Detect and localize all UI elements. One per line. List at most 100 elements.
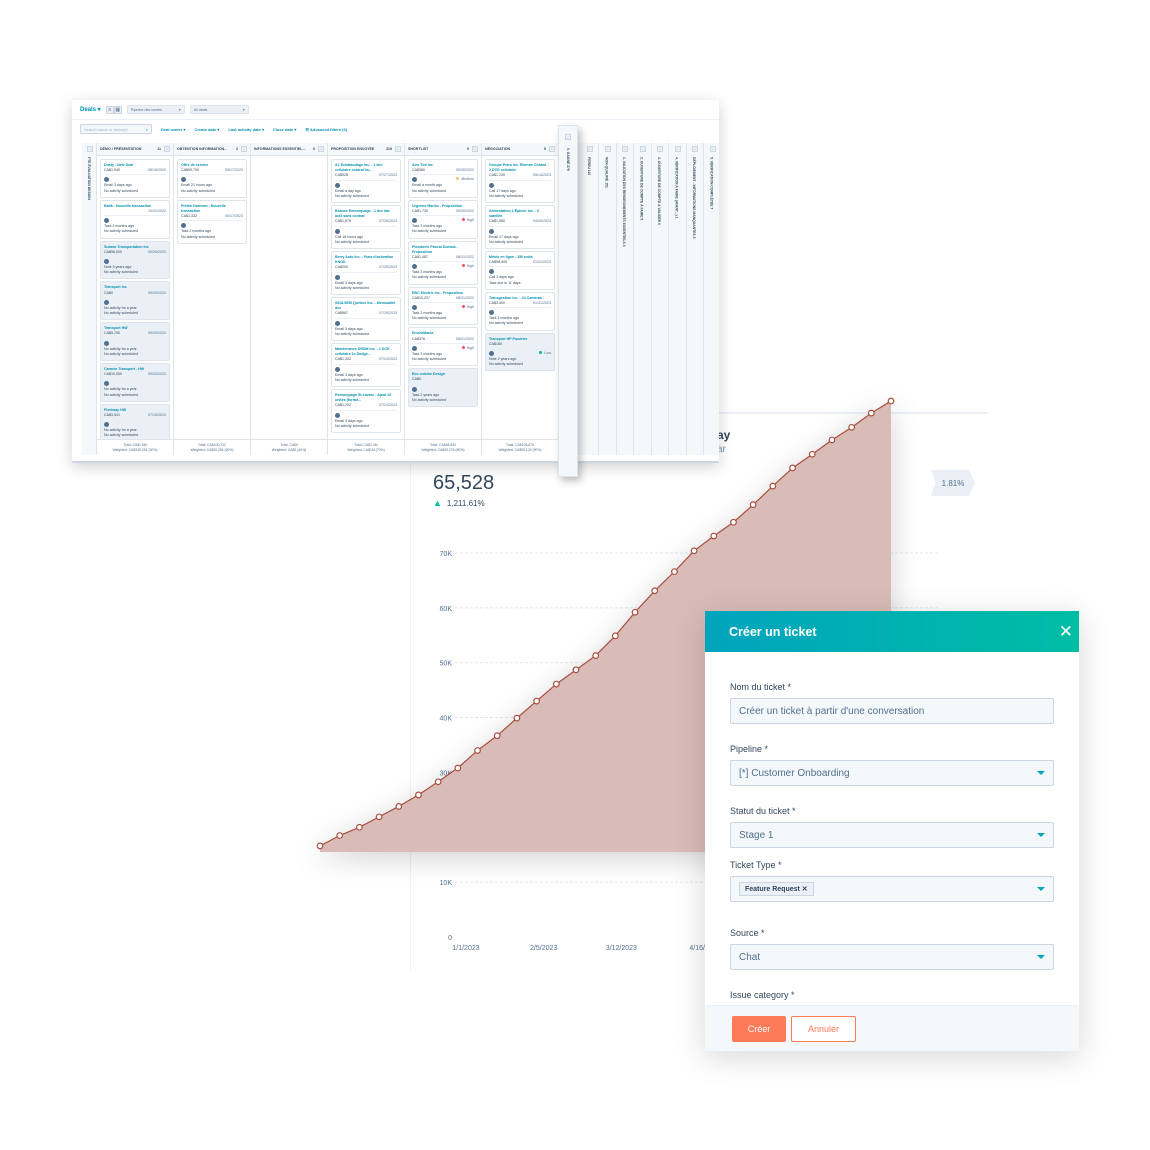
next-activity: No activity scheduled bbox=[412, 397, 446, 402]
deal-card[interactable]: Beauce Remorquage - 1 dce tab act3 sans … bbox=[331, 205, 401, 250]
deal-card[interactable]: Transgestion Inc. - 24 Caméras CA$3,400 01… bbox=[485, 291, 555, 331]
deal-card[interactable]: Subaru Transportation Inc CA$98,000 06/26/… bbox=[100, 240, 170, 280]
deal-card[interactable]: Prêtek Garneau - Nouvelle transaction CA$… bbox=[177, 199, 247, 244]
column-name: SHORTLIST bbox=[408, 147, 429, 151]
deal-title[interactable]: Maintenance DRDM Inc. - 1 DCE cellulaire… bbox=[335, 347, 397, 357]
collapse-icon[interactable]: ‹ bbox=[164, 146, 170, 152]
expand-icon[interactable]: ‹ bbox=[622, 146, 628, 152]
deal-amount: CA$98,000 bbox=[104, 249, 122, 254]
deal-card[interactable]: Transport HP Poudrier CA$160 Low Note 2 yea… bbox=[485, 332, 555, 372]
filter-deal-owner[interactable]: Deal owner ▾ bbox=[161, 127, 185, 132]
collapse-icon[interactable]: ‹ bbox=[395, 146, 401, 152]
deal-card[interactable]: Alro Tint Inc CA$380 09/30/2022 Medium Email… bbox=[408, 159, 478, 198]
deal-card[interactable]: Offre de service CA$99,700 05/17/2023 Email… bbox=[177, 159, 247, 198]
expand-icon[interactable]: ‹ bbox=[674, 146, 681, 152]
pipeline-select[interactable]: Pipeline des ventes ▾ bbox=[126, 105, 185, 114]
advanced-filters[interactable]: ☰ Advanced filters (0) bbox=[305, 127, 347, 132]
expand-icon[interactable]: ‹ bbox=[709, 146, 716, 152]
expand-icon[interactable]: ‹ bbox=[639, 146, 646, 152]
deals-menu[interactable]: Deals ▾ bbox=[80, 106, 101, 113]
collapse-icon[interactable]: ‹ bbox=[472, 146, 478, 152]
deal-icons bbox=[104, 299, 166, 306]
expand-icon[interactable]: ‹ bbox=[657, 146, 663, 152]
deal-title[interactable]: Groupe Petra Inc. Étienne Chabot - 2 DCE… bbox=[489, 163, 551, 173]
deal-card[interactable]: Carmen Transport - HW CA$10,000 09/03/2020… bbox=[100, 363, 170, 402]
expand-icon[interactable]: ‹ bbox=[87, 146, 93, 152]
deal-card[interactable]: Berry Auto Inc. - Frais d'activation KNO… bbox=[331, 251, 401, 296]
collapsed-column[interactable]: ‹ 1. VALIDATION DES RENSEIGNEMENTS ESSENT… bbox=[617, 143, 634, 455]
collapsed-column[interactable]: ‹ FTE ÉVALUATION BESOIN bbox=[82, 143, 97, 455]
collapsed-column[interactable]: ‹ NON QUALIFIÉ 151 bbox=[599, 143, 617, 455]
field-label: Ticket Type * bbox=[730, 860, 782, 870]
deal-card[interactable]: Eco cuisine Design CA$0 Task 2 years ago No… bbox=[408, 368, 478, 408]
tag-chip[interactable]: Feature Request ✕ bbox=[739, 882, 814, 896]
column-weighted: Weighted: CA$1M (70%) bbox=[347, 448, 385, 452]
collapsed-column[interactable]: ‹ 4. VÉRIFICATION À FAIRE (AVANT...) 1 bbox=[669, 143, 687, 455]
deal-title[interactable]: A1 Echafaudage Inc. - 1 dce cellulaire c… bbox=[335, 163, 397, 173]
deal-title[interactable]: Prêtek Garneau - Nouvelle transaction bbox=[181, 204, 243, 214]
deal-card[interactable]: Transport HW CA$5,750 05/29/2020 No activit… bbox=[100, 322, 170, 362]
deal-card[interactable]: Transport Inc CA$0 05/29/2020 No activity f… bbox=[100, 281, 170, 321]
deal-close-date: 08/31/2022 bbox=[456, 336, 474, 341]
deal-card[interactable]: A1 Echafaudage Inc. - 1 dce cellulaire c… bbox=[331, 159, 401, 204]
list-view-icon[interactable]: ≡ bbox=[105, 105, 114, 114]
expand-icon[interactable]: ‹ bbox=[587, 146, 593, 152]
deal-title[interactable]: Plomberie Pascal Dumais - Proposition bbox=[412, 245, 474, 255]
deal-title[interactable]: Alimentation L'Épicier Inc. - 6 satellit… bbox=[489, 209, 551, 219]
expand-icon[interactable]: ‹ bbox=[565, 134, 571, 140]
close-icon[interactable]: ✕ bbox=[1059, 622, 1073, 642]
select-input[interactable]: Stage 1 bbox=[730, 822, 1054, 848]
expand-icon[interactable]: ‹ bbox=[692, 146, 698, 152]
select-input[interactable]: Chat bbox=[730, 944, 1054, 970]
select-input[interactable]: [*] Customer Onboarding bbox=[730, 760, 1054, 786]
deal-meta: CA$1,730 09/30/2022 bbox=[412, 209, 474, 217]
deal-title[interactable]: 9318-5650 Québec Inc. - Mensualité dce bbox=[335, 301, 397, 311]
collapsed-column[interactable]: ‹ 2. OUVERTURE DE COMPTE À FAIRE 5 bbox=[634, 143, 652, 455]
deal-card[interactable]: Alimentation L'Épicier Inc. - 6 satellit… bbox=[485, 205, 555, 250]
next-activity: No activity scheduled bbox=[104, 351, 138, 356]
deal-close-date: 06/16/2020 bbox=[148, 168, 166, 173]
chevron-down-icon[interactable] bbox=[1037, 833, 1045, 837]
filter-close-date[interactable]: Close date ▾ bbox=[273, 127, 296, 132]
search-input[interactable]: Search name or descript ⌕ bbox=[80, 124, 152, 134]
deal-card[interactable]: Remorquage St-Lazare - Ajout 16 unités (… bbox=[331, 389, 401, 434]
collapsed-column[interactable]: ‹ PERDU 110 bbox=[582, 143, 599, 455]
deal-card[interactable]: Batik - Nouvelle transaction 10/31/2022 Ta… bbox=[100, 199, 170, 239]
collapsed-column[interactable]: ‹ 3. OUVERTURE DE COMPTE À VALIDER 0 bbox=[652, 143, 669, 455]
deal-card[interactable]: Dusty - New Deal CA$1,940 06/16/2020 Email … bbox=[100, 159, 170, 198]
text-input[interactable]: Créer un ticket à partir d'une conversat… bbox=[730, 698, 1054, 724]
deal-card[interactable]: Groupe Petra Inc. Étienne Chabot - 2 DCE… bbox=[485, 159, 555, 204]
deal-card[interactable]: Urgence Marine - Proposition CA$1,730 09/3… bbox=[408, 199, 478, 239]
collapse-icon[interactable]: ‹ bbox=[318, 146, 324, 152]
filter-last-activity[interactable]: Last activity date ▾ bbox=[228, 127, 264, 132]
collapsed-column[interactable]: ‹ 5. VÉRIFICATION COMPLÉTÉE 7 bbox=[704, 143, 719, 455]
collapse-icon[interactable]: ‹ bbox=[241, 146, 247, 152]
collapse-icon[interactable]: ‹ bbox=[549, 146, 555, 152]
deal-title[interactable]: Remorquage St-Lazare - Ajout 16 unités (… bbox=[335, 393, 397, 403]
chevron-down-icon[interactable] bbox=[1037, 887, 1045, 891]
deal-card[interactable]: Plomberie Pascal Dumais - Proposition CA$… bbox=[408, 240, 478, 285]
deal-meta: CA$1,980 04/30/2023 bbox=[489, 219, 551, 227]
create-button[interactable]: Créer bbox=[732, 1015, 786, 1042]
select-input[interactable]: Feature Request ✕ bbox=[730, 876, 1054, 902]
deal-card[interactable]: Maintenance DRDM Inc. - 1 DCE cellulaire… bbox=[331, 343, 401, 388]
column-won-collapsed[interactable]: ‹ 0. GAGNÉ 279 bbox=[558, 125, 578, 477]
remove-tag-icon[interactable]: ✕ bbox=[800, 886, 808, 893]
deal-title[interactable]: Beauce Remorquage - 1 dce tab act3 sans … bbox=[335, 209, 397, 219]
cancel-button[interactable]: Annuler bbox=[791, 1015, 856, 1042]
deal-card[interactable]: EnviroMania CA$376 08/31/2022 High Task 3 mo… bbox=[408, 327, 478, 367]
chevron-down-icon[interactable] bbox=[1037, 771, 1045, 775]
deal-card[interactable]: Fleetway HW CA$3,531 07/15/2020 No activity… bbox=[100, 403, 170, 439]
view-select[interactable]: All deals ▾ bbox=[189, 105, 249, 114]
expand-icon[interactable]: ‹ bbox=[604, 146, 611, 152]
chevron-down-icon[interactable] bbox=[1037, 955, 1045, 959]
deal-icons: Medium bbox=[412, 176, 474, 183]
deal-title[interactable]: Berry Auto Inc. - Frais d'activation KNO… bbox=[335, 255, 397, 265]
deal-card[interactable]: EBC Electric Inc - Proposition CA$15,207 0… bbox=[408, 286, 478, 326]
filter-create-date[interactable]: Create date ▾ bbox=[194, 127, 219, 132]
collapsed-column[interactable]: ‹ DÉPLOIEMENT - INFORMATIONS MANQUANTES 3 bbox=[687, 143, 704, 455]
board-view-icon[interactable]: ▦ bbox=[113, 105, 122, 114]
deal-icons bbox=[489, 309, 551, 316]
deal-card[interactable]: Météo en ligne - 150 units CA$98,400 01/31… bbox=[485, 251, 555, 290]
deal-card[interactable]: 9318-5650 Québec Inc. - Mensualité dce CA… bbox=[331, 297, 401, 342]
